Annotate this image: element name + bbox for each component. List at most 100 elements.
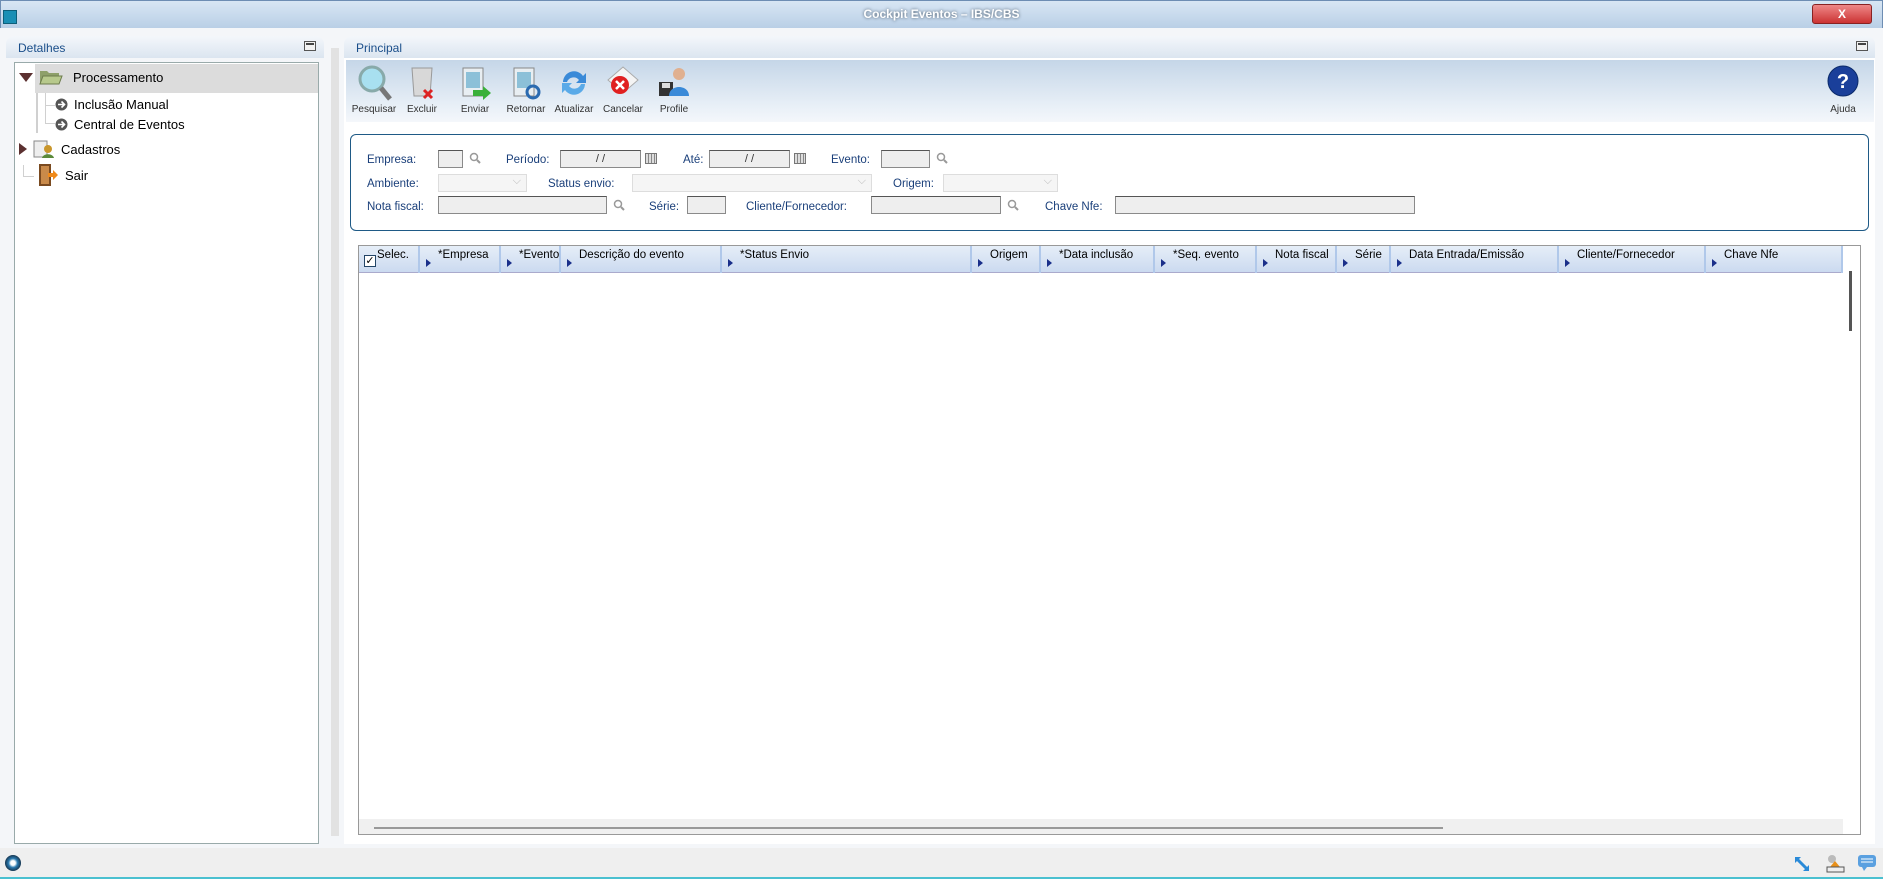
main-panel-header: Principal <box>344 36 1875 58</box>
column-header-label: Data Entrada/Emissão <box>1409 249 1525 261</box>
column-header[interactable]: Origem <box>972 246 1041 273</box>
exit-door-icon <box>39 164 58 186</box>
cliente-fornecedor-input[interactable] <box>871 196 1001 214</box>
profile-button[interactable]: Profile <box>650 64 698 115</box>
main-panel-title: Principal <box>356 41 403 55</box>
status-envio-label: Status envio: <box>548 178 615 190</box>
serie-input[interactable] <box>687 196 726 214</box>
tree-item-sair[interactable]: Sair <box>37 163 88 187</box>
filter-panel: Empresa: Período: / / Até: / / Evento: A… <box>350 134 1869 231</box>
empresa-input[interactable] <box>438 150 463 168</box>
minimize-main-panel-button[interactable] <box>1856 41 1868 51</box>
column-header-label: Cliente/Fornecedor <box>1577 249 1675 261</box>
empresa-search-icon[interactable] <box>469 152 481 164</box>
tree-item-central-de-eventos[interactable]: Central de Eventos <box>55 117 185 132</box>
column-header[interactable]: *Data inclusão <box>1041 246 1155 273</box>
grid-header: ✓ Selec. *Empresa *Evento Descrição do event… <box>359 246 1843 273</box>
cancel-icon <box>607 66 639 94</box>
search-icon <box>358 65 392 101</box>
column-header-label: Série <box>1355 249 1382 261</box>
column-header[interactable]: *Empresa <box>420 246 501 273</box>
pesquisar-button[interactable]: Pesquisar <box>350 64 398 115</box>
collapse-triangle-icon[interactable] <box>19 72 33 82</box>
cancelar-button[interactable]: Cancelar <box>599 64 647 115</box>
select-all-checkbox[interactable]: ✓ <box>364 255 376 267</box>
evento-input[interactable] <box>881 150 930 168</box>
atualizar-button[interactable]: Atualizar <box>550 64 598 115</box>
tree-item-inclusao-manual[interactable]: Inclusão Manual <box>55 97 169 112</box>
column-header-label: Nota fiscal <box>1275 249 1329 261</box>
tree-item-label: Sair <box>65 167 89 183</box>
column-header[interactable]: Data Entrada/Emissão <box>1391 246 1559 273</box>
column-header-label: *Status Envio <box>740 249 810 261</box>
column-header[interactable]: Descrição do evento <box>561 246 722 273</box>
column-header[interactable]: Cliente/Fornecedor <box>1559 246 1706 273</box>
retornar-button[interactable]: Retornar <box>502 64 550 115</box>
column-header-label: *Evento <box>519 249 560 261</box>
horizontal-scrollbar-thumb[interactable] <box>374 827 1443 829</box>
send-icon <box>462 67 491 100</box>
calendar-icon[interactable] <box>794 153 806 164</box>
column-header[interactable]: Série <box>1337 246 1391 273</box>
column-header[interactable]: *Seq. evento <box>1155 246 1257 273</box>
tree-item-processamento[interactable]: Processamento <box>19 68 163 86</box>
status-globe-icon[interactable] <box>5 855 21 871</box>
column-header-label: Origem <box>990 249 1028 261</box>
tree-item-label: Central de Eventos <box>74 117 185 132</box>
minimize-panel-button[interactable] <box>304 41 316 51</box>
events-grid: ✓ Selec. *Empresa *Evento Descrição do event… <box>358 245 1861 835</box>
periodo-input[interactable]: / / <box>560 150 641 168</box>
column-header[interactable]: ✓ Selec. <box>359 246 420 273</box>
expand-triangle-icon[interactable] <box>19 143 27 155</box>
ambiente-select[interactable] <box>438 174 527 192</box>
panel-splitter[interactable] <box>331 48 339 836</box>
column-header[interactable]: *Status Envio <box>722 246 972 273</box>
tools-icon[interactable] <box>1825 853 1845 873</box>
column-header[interactable]: Chave Nfe <box>1706 246 1843 273</box>
nota-fiscal-label: Nota fiscal: <box>367 201 424 213</box>
column-header[interactable]: Nota fiscal <box>1257 246 1337 273</box>
vertical-scrollbar-thumb[interactable] <box>1849 271 1852 331</box>
status-envio-select[interactable] <box>632 174 872 192</box>
tree-item-label: Inclusão Manual <box>74 97 169 112</box>
calendar-icon[interactable] <box>645 153 657 164</box>
column-header[interactable]: *Evento <box>501 246 561 273</box>
ajuda-button[interactable]: ? Ajuda <box>1819 64 1867 115</box>
message-icon[interactable] <box>1857 854 1877 872</box>
details-panel-header: Detalhes <box>6 36 324 58</box>
status-bar <box>0 848 1883 879</box>
svg-text:?: ? <box>1837 71 1849 93</box>
column-header-label: Chave Nfe <box>1724 249 1779 261</box>
chave-nfe-input[interactable] <box>1115 196 1415 214</box>
column-header-label: *Seq. evento <box>1173 249 1239 261</box>
evento-label: Evento: <box>831 154 870 166</box>
tree-item-cadastros[interactable]: Cadastros <box>19 139 120 159</box>
navigation-tree: Processamento Inclusão Manual Central de… <box>14 62 319 844</box>
column-header-label: Selec. <box>377 249 409 261</box>
excluir-button[interactable]: Excluir <box>398 64 446 115</box>
ambiente-label: Ambiente: <box>367 178 419 190</box>
tree-item-label: Processamento <box>73 69 164 85</box>
window-title: Cockpit Eventos – IBS/CBS <box>863 7 1020 21</box>
column-header-label: Descrição do evento <box>579 249 684 261</box>
serie-label: Série: <box>649 201 680 213</box>
nota-fiscal-input[interactable] <box>438 196 607 214</box>
ate-input[interactable]: / / <box>709 150 790 168</box>
origem-label: Origem: <box>893 178 934 190</box>
trash-icon <box>411 67 434 100</box>
details-panel-title: Detalhes <box>18 41 66 55</box>
origem-select[interactable] <box>943 174 1058 192</box>
help-icon: ? <box>1827 65 1859 97</box>
resize-icon[interactable] <box>1794 856 1810 872</box>
cliente-fornecedor-search-icon[interactable] <box>1007 199 1019 211</box>
arrow-circle-icon <box>55 118 68 131</box>
close-button[interactable]: X <box>1812 4 1872 24</box>
return-icon <box>513 67 541 100</box>
tree-item-label: Cadastros <box>61 141 121 157</box>
folder-open-icon <box>39 71 63 85</box>
cadastros-icon <box>33 140 54 158</box>
enviar-button[interactable]: Enviar <box>451 64 499 115</box>
evento-search-icon[interactable] <box>936 152 948 164</box>
nota-fiscal-search-icon[interactable] <box>613 199 625 211</box>
column-header-label: *Empresa <box>438 249 489 261</box>
